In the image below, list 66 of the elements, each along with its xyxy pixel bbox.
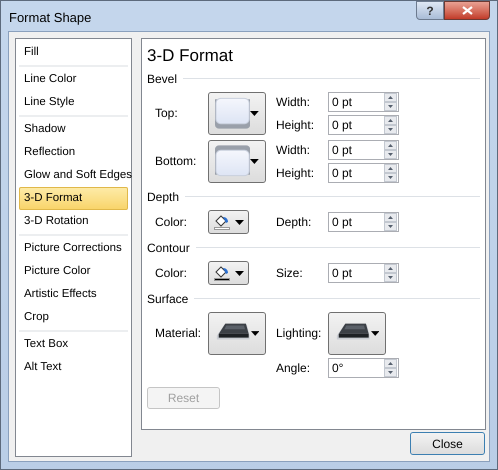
spin-field[interactable]: 0 pt [328,212,399,232]
field-label: Lighting: [276,325,322,342]
field-label: Top: [154,105,179,122]
caret-icon [250,330,259,336]
category-item[interactable]: Line Color [19,68,128,91]
spinner-icon[interactable] [384,116,397,134]
close-icon [462,6,472,15]
category-item[interactable]: Reflection [19,141,128,164]
field-label: Material: [154,325,202,342]
window-title: Format Shape [9,9,92,27]
spin-field[interactable]: 0 pt [328,263,399,283]
bevel-preset-icon [215,97,250,129]
section-heading: Bevel [147,70,178,88]
paint-bucket-icon [214,266,230,278]
spinner-icon[interactable] [384,164,397,182]
close-dialog-button[interactable]: Close [410,432,485,455]
field-label: Height: [276,164,316,182]
paint-bucket-icon [214,214,230,226]
fill-color-button[interactable] [208,210,249,234]
caret-icon [234,220,244,224]
spin-field[interactable]: 0 pt [328,140,399,160]
category-item[interactable]: Crop [19,306,128,329]
spin-field[interactable]: 0 pt [328,162,399,182]
lighting-preset-button[interactable] [328,312,386,354]
field-label: Bottom: [154,153,198,170]
panel-title: 3-D Format [147,45,234,67]
field-label: Color: [154,265,188,282]
spin-field[interactable]: 0 pt [328,114,399,134]
field-label: Size: [276,265,304,282]
spinner-icon[interactable] [384,264,397,282]
category-item[interactable]: Artistic Effects [19,283,128,306]
spinner-icon[interactable] [384,92,397,110]
field-label: Depth: [276,214,312,231]
close-button[interactable] [444,1,490,20]
section-heading: Contour [147,240,190,256]
spinner-icon[interactable] [384,358,397,376]
category-item[interactable]: Alt Text [19,356,128,379]
category-item[interactable]: Fill [19,41,128,64]
spinner-icon[interactable] [384,140,397,158]
field-label: Width: [276,142,312,158]
section-heading: Surface [147,290,188,308]
help-button[interactable]: ? [416,1,444,20]
spin-field[interactable]: 0° [328,358,399,378]
category-item[interactable]: 3-D Format [19,187,128,210]
category-item[interactable]: Picture Corrections [19,237,128,260]
bevel-preset-icon [215,145,250,177]
field-label: Color: [154,214,188,231]
section-heading: Depth [147,188,180,206]
field-label: Angle: [276,360,312,376]
bevel-preset-button[interactable] [208,92,266,134]
caret-icon [234,270,244,276]
category-item[interactable]: 3-D Rotation [19,210,128,233]
field-label: Width: [276,94,312,110]
category-item[interactable]: Text Box [19,333,128,356]
caret-icon [370,330,379,336]
caret-icon [250,110,259,116]
caret-icon [250,158,259,164]
category-item[interactable]: Line Style [19,91,128,114]
spin-field[interactable]: 0 pt [328,92,399,112]
category-item[interactable]: Shadow [19,118,128,141]
material-preset-button[interactable] [208,312,266,354]
category-item[interactable]: Picture Color [19,260,128,283]
field-label: Height: [276,116,316,134]
bevel-preset-button[interactable] [208,140,266,182]
spinner-icon[interactable] [384,213,397,231]
fill-color-button[interactable] [208,261,249,285]
